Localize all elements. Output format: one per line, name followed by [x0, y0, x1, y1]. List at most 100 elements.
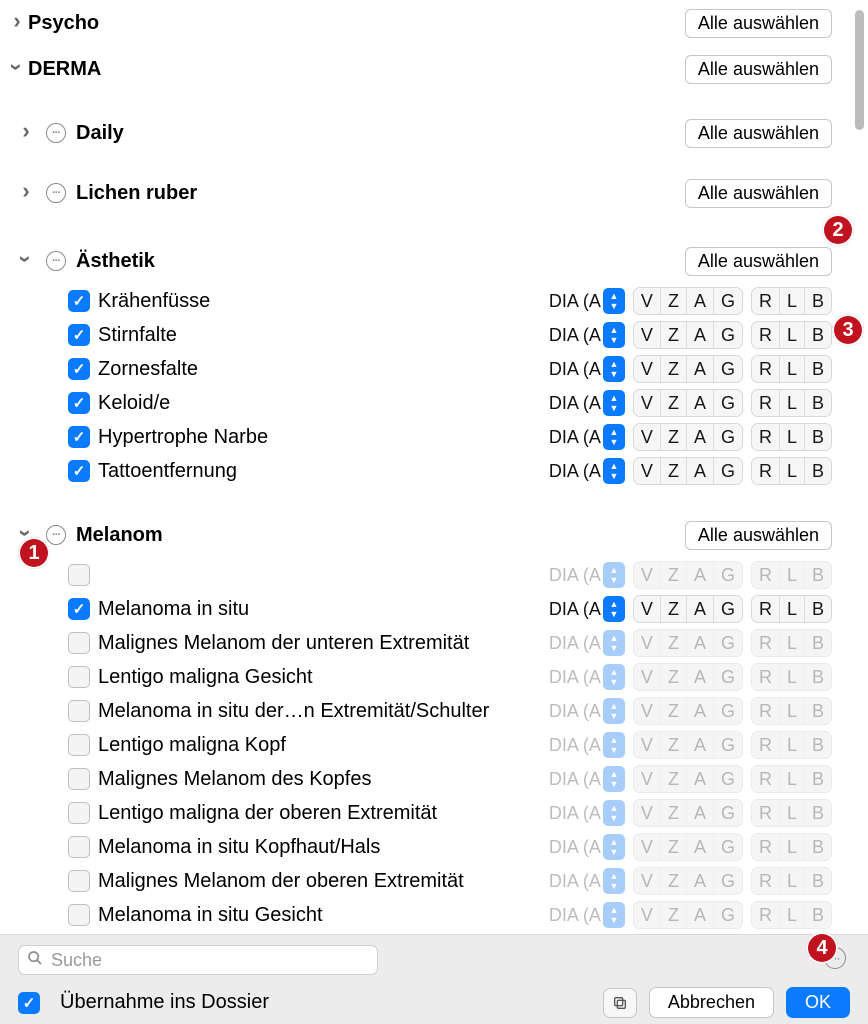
- toggle-Z[interactable]: Z: [661, 664, 687, 690]
- item-checkbox[interactable]: [68, 460, 90, 482]
- stepper-icon[interactable]: [603, 596, 625, 622]
- stepper-icon[interactable]: [603, 732, 625, 758]
- toggle-Z[interactable]: Z: [661, 698, 687, 724]
- stepper-icon[interactable]: [603, 424, 625, 450]
- toggle-L[interactable]: L: [780, 766, 805, 792]
- toggle-R[interactable]: R: [752, 630, 780, 656]
- toggle-A[interactable]: A: [687, 356, 714, 382]
- dia-select[interactable]: DIA (A: [545, 731, 625, 759]
- toggle-A[interactable]: A: [687, 664, 714, 690]
- toggle-G[interactable]: G: [714, 732, 742, 758]
- toggle-B[interactable]: B: [805, 322, 831, 348]
- item-checkbox[interactable]: [68, 700, 90, 722]
- toggle-group[interactable]: VZAG: [633, 595, 743, 623]
- dossier-checkbox[interactable]: [18, 992, 40, 1014]
- stepper-icon[interactable]: [603, 630, 625, 656]
- toggle-B[interactable]: B: [805, 630, 831, 656]
- toggle-B[interactable]: B: [805, 596, 831, 622]
- toggle-L[interactable]: L: [780, 800, 805, 826]
- dia-select[interactable]: DIA (A: [545, 833, 625, 861]
- toggle-V[interactable]: V: [634, 356, 661, 382]
- dia-select[interactable]: DIA (A: [545, 765, 625, 793]
- toggle-R[interactable]: R: [752, 288, 780, 314]
- toggle-group[interactable]: VZAG: [633, 833, 743, 861]
- toggle-group[interactable]: RLB: [751, 321, 832, 349]
- toggle-B[interactable]: B: [805, 424, 831, 450]
- stepper-icon[interactable]: [603, 288, 625, 314]
- toggle-V[interactable]: V: [634, 322, 661, 348]
- toggle-group[interactable]: VZAG: [633, 867, 743, 895]
- toggle-R[interactable]: R: [752, 834, 780, 860]
- toggle-B[interactable]: B: [805, 356, 831, 382]
- tree-scroll-area[interactable]: Psycho Alle auswählen DERMA Alle auswähl…: [0, 0, 868, 934]
- toggle-V[interactable]: V: [634, 664, 661, 690]
- toggle-R[interactable]: R: [752, 322, 780, 348]
- toggle-Z[interactable]: Z: [661, 868, 687, 894]
- toggle-group[interactable]: VZAG: [633, 561, 743, 589]
- dia-select[interactable]: DIA (A: [545, 423, 625, 451]
- toggle-Z[interactable]: Z: [661, 424, 687, 450]
- toggle-group[interactable]: RLB: [751, 663, 832, 691]
- toggle-group[interactable]: VZAG: [633, 799, 743, 827]
- item-checkbox[interactable]: [68, 426, 90, 448]
- subsection-aesthetik[interactable]: Ästhetik Alle auswählen: [0, 238, 868, 284]
- toggle-L[interactable]: L: [780, 356, 805, 382]
- toggle-L[interactable]: L: [780, 902, 805, 928]
- toggle-group[interactable]: RLB: [751, 423, 832, 451]
- dia-select[interactable]: DIA (A: [545, 663, 625, 691]
- item-checkbox[interactable]: [68, 870, 90, 892]
- stepper-icon[interactable]: [603, 390, 625, 416]
- toggle-V[interactable]: V: [634, 390, 661, 416]
- toggle-A[interactable]: A: [687, 458, 714, 484]
- item-checkbox[interactable]: [68, 666, 90, 688]
- toggle-group[interactable]: RLB: [751, 799, 832, 827]
- select-all-button[interactable]: Alle auswählen: [685, 119, 832, 148]
- item-checkbox[interactable]: [68, 564, 90, 586]
- toggle-group[interactable]: VZAG: [633, 355, 743, 383]
- dia-select[interactable]: DIA (A: [545, 561, 625, 589]
- toggle-group[interactable]: VZAG: [633, 731, 743, 759]
- toggle-V[interactable]: V: [634, 630, 661, 656]
- dia-select[interactable]: DIA (A: [545, 901, 625, 929]
- cancel-button[interactable]: Abbrechen: [649, 987, 774, 1018]
- toggle-L[interactable]: L: [780, 834, 805, 860]
- toggle-A[interactable]: A: [687, 698, 714, 724]
- toggle-V[interactable]: V: [634, 458, 661, 484]
- toggle-G[interactable]: G: [714, 322, 742, 348]
- toggle-group[interactable]: RLB: [751, 901, 832, 929]
- toggle-Z[interactable]: Z: [661, 766, 687, 792]
- toggle-V[interactable]: V: [634, 698, 661, 724]
- toggle-G[interactable]: G: [714, 664, 742, 690]
- toggle-R[interactable]: R: [752, 424, 780, 450]
- toggle-A[interactable]: A: [687, 834, 714, 860]
- toggle-Z[interactable]: Z: [661, 356, 687, 382]
- toggle-R[interactable]: R: [752, 766, 780, 792]
- toggle-group[interactable]: RLB: [751, 595, 832, 623]
- item-checkbox[interactable]: [68, 392, 90, 414]
- item-checkbox[interactable]: [68, 632, 90, 654]
- stepper-icon[interactable]: [603, 356, 625, 382]
- toggle-V[interactable]: V: [634, 732, 661, 758]
- select-all-button[interactable]: Alle auswählen: [685, 179, 832, 208]
- toggle-G[interactable]: G: [714, 698, 742, 724]
- toggle-G[interactable]: G: [714, 800, 742, 826]
- toggle-B[interactable]: B: [805, 902, 831, 928]
- toggle-B[interactable]: B: [805, 458, 831, 484]
- stepper-icon[interactable]: [603, 834, 625, 860]
- dia-select[interactable]: DIA (A: [545, 287, 625, 315]
- toggle-R[interactable]: R: [752, 596, 780, 622]
- toggle-group[interactable]: VZAG: [633, 663, 743, 691]
- toggle-L[interactable]: L: [780, 458, 805, 484]
- toggle-A[interactable]: A: [687, 390, 714, 416]
- toggle-R[interactable]: R: [752, 698, 780, 724]
- toggle-A[interactable]: A: [687, 902, 714, 928]
- item-checkbox[interactable]: [68, 290, 90, 312]
- toggle-A[interactable]: A: [687, 800, 714, 826]
- toggle-V[interactable]: V: [634, 766, 661, 792]
- toggle-V[interactable]: V: [634, 868, 661, 894]
- toggle-L[interactable]: L: [780, 732, 805, 758]
- toggle-G[interactable]: G: [714, 458, 742, 484]
- toggle-L[interactable]: L: [780, 664, 805, 690]
- item-checkbox[interactable]: [68, 598, 90, 620]
- toggle-group[interactable]: VZAG: [633, 321, 743, 349]
